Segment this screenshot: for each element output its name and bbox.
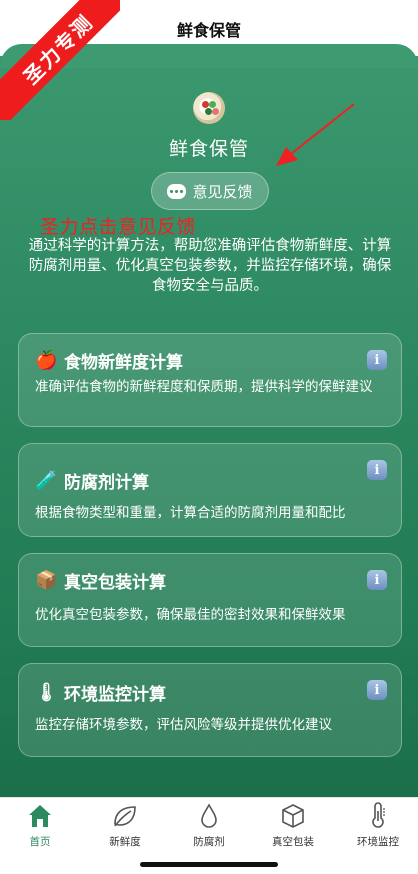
info-icon[interactable]: i <box>367 680 387 700</box>
ribbon-label: 圣力专测 <box>0 0 120 120</box>
card-description: 监控存储环境参数，评估风险等级并提供优化建议 <box>35 717 332 733</box>
tab-preservative[interactable]: 防腐剂 <box>167 802 251 849</box>
tab-label: 真空包装 <box>272 836 314 848</box>
tab-freshness[interactable]: 新鲜度 <box>83 802 167 849</box>
tab-label: 防腐剂 <box>193 836 225 848</box>
tab-environment[interactable]: 环境监控 <box>336 802 418 849</box>
card-freshness[interactable]: 🍎 食物新鲜度计算 准确评估食物的新鲜程度和保质期，提供科学的保鲜建议 i <box>18 333 402 427</box>
card-title: 环境监控计算 <box>64 685 166 705</box>
box-icon <box>282 804 304 828</box>
home-icon <box>29 805 51 827</box>
card-description: 准确评估食物的新鲜程度和保质期，提供科学的保鲜建议 <box>35 379 373 395</box>
tab-home[interactable]: 首页 <box>0 802 82 849</box>
package-icon: 📦 <box>35 570 58 591</box>
card-description: 根据食物类型和重量，计算合适的防腐剂用量和配比 <box>35 505 346 521</box>
thermometer-icon <box>372 802 385 828</box>
annotation-text: 圣力点击意见反馈 <box>40 216 197 238</box>
test-tube-icon: 🧪 <box>35 470 58 491</box>
apple-icon: 🍎 <box>35 350 58 371</box>
card-environment-monitor[interactable]: 🌡 环境监控计算 监控存储环境参数，评估风险等级并提供优化建议 i <box>18 663 402 757</box>
card-title: 防腐剂计算 <box>64 473 149 493</box>
chat-bubble-icon <box>167 183 187 199</box>
page-title: 鲜食保管 <box>176 21 241 40</box>
drop-icon <box>201 803 217 828</box>
info-icon[interactable]: i <box>367 460 387 480</box>
info-icon[interactable]: i <box>367 350 387 370</box>
feedback-button[interactable]: 意见反馈 <box>151 172 269 210</box>
intro-description: 通过科学的计算方法，帮助您准确评估食物新鲜度、计算防腐剂用量、优化真空包装参数，… <box>28 238 392 294</box>
app-logo-icon <box>193 92 225 124</box>
test-ribbon: 圣力专测 <box>0 0 120 120</box>
card-vacuum-packaging[interactable]: 📦 真空包装计算 优化真空包装参数，确保最佳的密封效果和保鲜效果 i <box>18 553 402 647</box>
thermometer-icon: 🌡 <box>35 682 58 703</box>
feedback-label: 意见反馈 <box>192 182 253 201</box>
card-preservative[interactable]: 🧪 防腐剂计算 根据食物类型和重量，计算合适的防腐剂用量和配比 i <box>18 443 402 537</box>
card-description: 优化真空包装参数，确保最佳的密封效果和保鲜效果 <box>35 607 346 623</box>
tab-label: 首页 <box>29 836 51 848</box>
home-indicator <box>140 862 278 867</box>
card-title: 真空包装计算 <box>64 573 166 593</box>
leaf-icon <box>114 806 136 827</box>
tab-label: 环境监控 <box>357 836 399 848</box>
info-icon[interactable]: i <box>367 570 387 590</box>
tab-vacuum[interactable]: 真空包装 <box>251 802 335 849</box>
card-title: 食物新鲜度计算 <box>64 353 183 373</box>
tab-label: 新鲜度 <box>109 836 141 848</box>
annotation-arrow-icon <box>276 103 355 166</box>
